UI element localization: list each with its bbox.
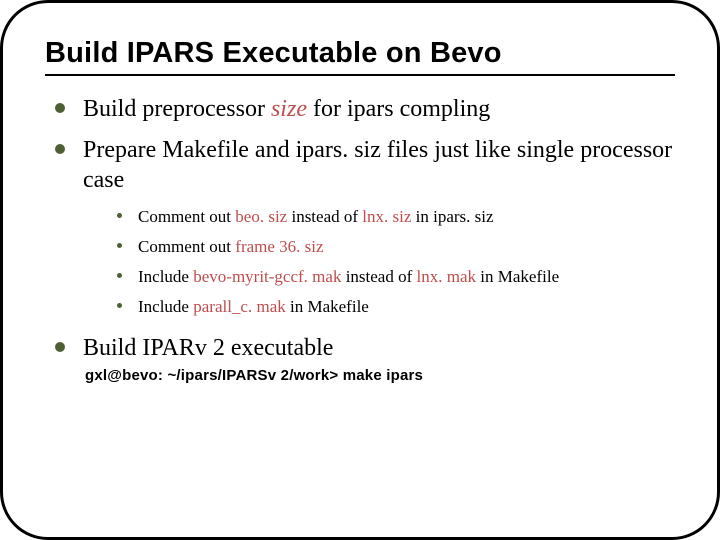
bullet-1-pre: Build preprocessor [83,96,271,122]
t: instead of [287,207,362,226]
t: Comment out [138,237,235,256]
bullet-1: Build preprocessor size for ipars compli… [45,94,675,125]
sub-4: Include parall_c. mak in Makefile [117,296,675,318]
sub-4-text: Include parall_c. mak in Makefile [138,296,369,318]
t: Include [138,267,193,286]
bullet-3-text: Build IPARv 2 executable [83,333,333,364]
t: in Makefile [286,297,369,316]
sub-1: Comment out beo. siz instead of lnx. siz… [117,206,675,228]
bullet-icon [55,342,65,352]
bullet-1-em: size [271,96,307,122]
slide-title: Build IPARS Executable on Bevo [45,37,675,76]
bullet-icon [117,213,122,218]
sub-2-text: Comment out frame 36. siz [138,236,324,258]
bullet-icon [55,103,65,113]
bullet-2: Prepare Makefile and ipars. siz files ju… [45,135,675,196]
bullet-icon [117,243,122,248]
t: Comment out [138,207,235,226]
hl: lnx. mak [417,267,477,286]
bullet-1-text: Build preprocessor size for ipars compli… [83,94,490,125]
bullet-icon [117,303,122,308]
hl: bevo-myrit-gccf. mak [193,267,341,286]
command-line: gxl@bevo: ~/ipars/IPARSv 2/work> make ip… [85,367,675,384]
bullet-1-post: for ipars compling [307,96,490,122]
bullet-icon [55,144,65,154]
t: Include [138,297,193,316]
hl: beo. siz [235,207,287,226]
sub-3: Include bevo-myrit-gccf. mak instead of … [117,266,675,288]
slide-frame: Build IPARS Executable on Bevo Build pre… [0,0,720,540]
t: in ipars. siz [411,207,493,226]
sub-1-text: Comment out beo. siz instead of lnx. siz… [138,206,494,228]
t: in Makefile [476,267,559,286]
bullet-icon [117,273,122,278]
hl: parall_c. mak [193,297,286,316]
bullet-3: Build IPARv 2 executable [45,333,675,364]
sub-3-text: Include bevo-myrit-gccf. mak instead of … [138,266,559,288]
sublist: Comment out beo. siz instead of lnx. siz… [117,206,675,318]
t: instead of [341,267,416,286]
bullet-2-text: Prepare Makefile and ipars. siz files ju… [83,135,675,196]
sub-2: Comment out frame 36. siz [117,236,675,258]
hl: lnx. siz [362,207,411,226]
hl: frame 36. siz [235,237,323,256]
